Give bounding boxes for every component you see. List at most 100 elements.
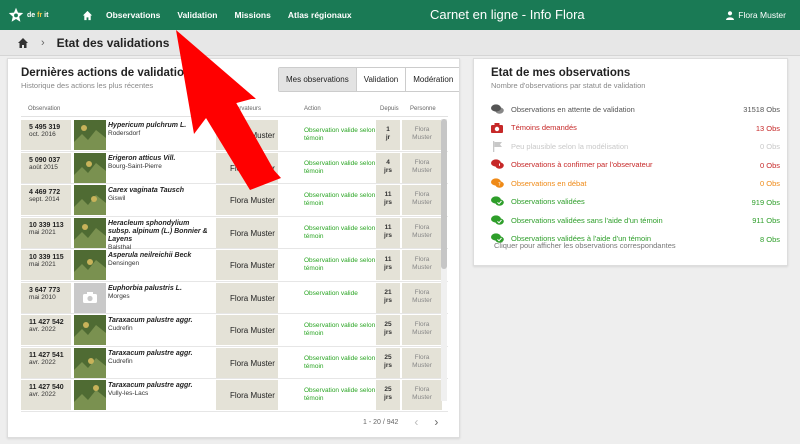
observation-number: 5 090 037 — [29, 156, 61, 164]
observation-id-cell[interactable]: 11 427 542 avr. 2022 — [21, 315, 71, 345]
col-action[interactable]: Action — [304, 106, 321, 112]
status-label: Observations en attente de validation — [511, 104, 635, 114]
since-cell: 11 jrs — [376, 250, 400, 280]
table-header: Observation Observateurs Action Depuis P… — [21, 101, 448, 117]
since-cell: 25 jrs — [376, 315, 400, 345]
observation-photo[interactable] — [74, 217, 106, 248]
person-last-name: Muster — [412, 134, 432, 141]
table-row[interactable]: 3 647 773 mai 2010 Euphorbia palustris L… — [21, 282, 448, 314]
person-cell: Flora Muster — [402, 380, 442, 410]
col-observation[interactable]: Observation — [28, 106, 60, 112]
person-cell: Flora Muster — [402, 120, 442, 150]
nav-observations[interactable]: Observations — [106, 10, 160, 20]
card-subtitle: Historique des actions les plus récentes — [21, 81, 154, 90]
species-name[interactable]: Taraxacum palustre aggr. — [108, 317, 213, 325]
main-nav: Observations Validation Missions Atlas r… — [106, 10, 369, 20]
col-depuis[interactable]: Depuis — [380, 106, 399, 112]
comment-alert-icon — [490, 159, 504, 171]
person-first-name: Flora — [414, 288, 430, 296]
breadcrumb-home-icon[interactable] — [17, 37, 29, 49]
observation-id-cell[interactable]: 5 495 319 oct. 2016 — [21, 120, 71, 150]
observation-photo[interactable] — [74, 185, 106, 215]
observation-photo[interactable] — [74, 250, 106, 280]
species-cell: Taraxacum palustre aggr. Cudrefin — [108, 317, 213, 347]
observation-photo[interactable] — [74, 120, 106, 150]
status-label: Observations validées sans l'aide d'un t… — [511, 215, 663, 225]
observation-photo[interactable] — [74, 152, 106, 183]
home-button[interactable] — [82, 8, 96, 22]
status-row[interactable]: Observations à confirmer par l'observate… — [490, 156, 780, 175]
table-row[interactable]: 10 339 115 mai 2021 Asperula neilreichii… — [21, 249, 448, 282]
locality: Densingen — [108, 260, 140, 267]
since-unit: jrs — [384, 329, 392, 336]
nav-validation[interactable]: Validation — [177, 10, 217, 20]
observation-id-cell[interactable]: 5 090 037 août 2015 — [21, 152, 71, 183]
species-name[interactable]: Taraxacum palustre aggr. — [108, 382, 213, 390]
since-unit: jrs — [384, 264, 392, 271]
table-row[interactable]: 11 427 541 avr. 2022 Taraxacum palustre … — [21, 347, 448, 379]
user-menu[interactable]: Flora Muster — [726, 10, 786, 20]
status-row[interactable]: Témoins demandés 13 Obs — [490, 119, 780, 138]
locality: Cudrefin — [108, 357, 133, 365]
status-label: Observations en débat — [511, 178, 587, 188]
observation-id-cell[interactable]: 11 427 541 avr. 2022 — [21, 347, 71, 378]
observation-photo[interactable] — [74, 315, 106, 345]
col-personne[interactable]: Personne — [410, 106, 436, 112]
app-logo[interactable]: de fr it — [8, 7, 68, 23]
table-row[interactable]: 5 495 319 oct. 2016 Hypericum pulchrum L… — [21, 119, 448, 152]
table-row[interactable]: 4 469 772 sept. 2014 Carex vaginata Taus… — [21, 184, 448, 217]
status-count: 919 Obs — [751, 197, 780, 207]
next-page-icon[interactable]: › — [434, 415, 438, 429]
col-observateurs[interactable]: Observateurs — [225, 106, 261, 112]
species-cell: Taraxacum palustre aggr. Vully-les-Lacs — [108, 382, 213, 412]
tab-validation[interactable]: Validation — [357, 68, 407, 91]
observation-id-cell[interactable]: 10 339 113 mai 2021 — [21, 217, 71, 248]
person-first-name: Flora — [414, 353, 430, 361]
locality: Rodersdorf — [108, 130, 141, 137]
nav-atlas-regionaux[interactable]: Atlas régionaux — [288, 10, 352, 20]
species-name[interactable]: Asperula neilreichii Beck — [108, 252, 213, 260]
observation-id-cell[interactable]: 10 339 115 mai 2021 — [21, 250, 71, 280]
status-row[interactable]: Observations en attente de validation 31… — [490, 100, 780, 119]
observation-date: avr. 2022 — [29, 326, 56, 333]
species-name[interactable]: Euphorbia palustris L. — [108, 285, 213, 293]
status-label: Témoins demandés — [511, 123, 577, 133]
nav-missions[interactable]: Missions — [234, 10, 270, 20]
person-first-name: Flora — [414, 321, 430, 328]
locality: Giswil — [108, 195, 126, 202]
comments-check-icon — [490, 196, 504, 208]
observation-photo[interactable] — [74, 380, 106, 410]
scrollbar-thumb[interactable] — [441, 119, 447, 269]
observation-photo[interactable] — [74, 347, 106, 378]
observation-id-cell[interactable]: 3 647 773 mai 2010 — [21, 282, 71, 313]
species-name[interactable]: Erigeron atticus Vill. — [108, 155, 213, 163]
table-scrollbar[interactable] — [441, 119, 447, 401]
tab-moderation[interactable]: Modération — [406, 68, 459, 91]
table-row[interactable]: 5 090 037 août 2015 Erigeron atticus Vil… — [21, 152, 448, 184]
person-last-name: Muster — [412, 199, 432, 206]
status-row[interactable]: ? Observations en débat 0 Obs — [490, 174, 780, 193]
person-first-name: Flora — [414, 191, 430, 198]
species-name[interactable]: Heracleum sphondylium subsp. alpinum (L.… — [108, 220, 213, 244]
species-name[interactable]: Carex vaginata Tausch — [108, 187, 213, 195]
table-row[interactable]: 11 427 542 avr. 2022 Taraxacum palustre … — [21, 314, 448, 347]
prev-page-icon[interactable]: ‹ — [414, 415, 418, 429]
table-row[interactable]: 10 339 113 mai 2021 Heracleum sphondyliu… — [21, 217, 448, 251]
status-row[interactable]: Observations validées 919 Obs — [490, 193, 780, 212]
tab-mes-observations[interactable]: Mes observations — [279, 68, 357, 91]
observation-id-cell[interactable]: 11 427 540 avr. 2022 — [21, 380, 71, 410]
table-row[interactable]: 11 427 540 avr. 2022 Taraxacum palustre … — [21, 379, 448, 412]
observation-number: 11 427 541 — [29, 351, 64, 359]
status-list: Observations en attente de validation 31… — [490, 100, 780, 248]
status-row[interactable]: Observations validées sans l'aide d'un t… — [490, 211, 780, 230]
since-cell: 4 jrs — [376, 152, 400, 183]
status-count: 13 Obs — [755, 123, 780, 133]
since-cell: 25 jrs — [376, 380, 400, 410]
species-name[interactable]: Taraxacum palustre aggr. — [108, 350, 213, 358]
species-name[interactable]: Hypericum pulchrum L. — [108, 122, 213, 130]
logo-text-it: it — [44, 11, 49, 19]
status-row[interactable]: Peu plausible selon la modélisation 0 Ob… — [490, 137, 780, 156]
observation-id-cell[interactable]: 4 469 772 sept. 2014 — [21, 185, 71, 215]
person-last-name: Muster — [412, 166, 432, 174]
person-last-name: Muster — [412, 231, 432, 239]
